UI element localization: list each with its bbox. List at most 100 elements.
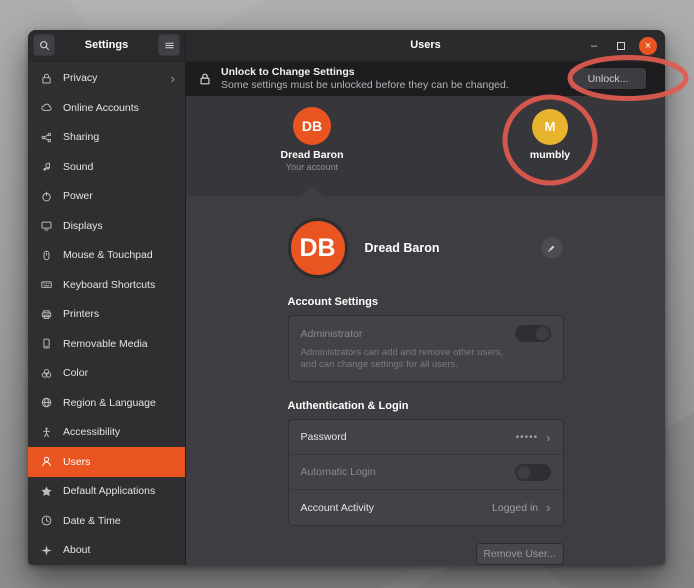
maximize-icon	[617, 42, 625, 50]
minimize-button[interactable]: –	[585, 37, 603, 55]
sidebar-item-label: Keyboard Shortcuts	[63, 279, 155, 291]
share-nodes-icon	[40, 131, 53, 144]
monitor-icon	[40, 219, 53, 232]
account-activity-value: Logged in	[492, 502, 538, 514]
sidebar-item-label: Region & Language	[63, 397, 156, 409]
user-card-dread-baron[interactable]: DB Dread Baron Your account	[267, 107, 357, 172]
power-icon	[40, 190, 53, 203]
sidebar-item-mouse-touchpad[interactable]: Mouse & Touchpad	[28, 241, 185, 271]
pencil-icon	[546, 243, 557, 254]
sidebar-item-users[interactable]: Users	[28, 447, 185, 477]
sidebar-item-label: Privacy	[63, 72, 97, 84]
auth-login-heading: Authentication & Login	[288, 400, 564, 412]
sidebar-item-label: Online Accounts	[63, 102, 139, 114]
password-dots: •••••	[516, 432, 539, 443]
sidebar-item-online-accounts[interactable]: Online Accounts	[28, 93, 185, 123]
settings-window: Settings Privacy › Online Accounts Sha	[28, 30, 665, 565]
menu-button[interactable]	[158, 34, 180, 56]
globe-icon	[40, 396, 53, 409]
keyboard-icon	[40, 278, 53, 291]
account-settings-card: Administrator Administrators can add and…	[288, 315, 564, 382]
unlock-title: Unlock to Change Settings	[221, 66, 509, 79]
page-title: Users	[410, 39, 441, 51]
content-pane: Users – × Unlock to Change Settings Some…	[185, 30, 665, 565]
desktop-wallpaper: Settings Privacy › Online Accounts Sha	[0, 0, 694, 588]
search-button[interactable]	[33, 34, 55, 56]
sidebar-item-sharing[interactable]: Sharing	[28, 123, 185, 153]
avatar: DB	[293, 107, 331, 145]
sidebar: Settings Privacy › Online Accounts Sha	[28, 30, 185, 565]
unlock-text: Unlock to Change Settings Some settings …	[221, 66, 509, 92]
administrator-label: Administrator	[301, 328, 363, 340]
sidebar-item-default-applications[interactable]: Default Applications	[28, 477, 185, 507]
person-icon	[40, 455, 53, 468]
lock-icon	[40, 72, 53, 85]
administrator-toggle[interactable]	[515, 325, 551, 342]
sidebar-list: Privacy › Online Accounts Sharing Sound	[28, 62, 185, 566]
window-controls: – ×	[585, 30, 657, 62]
sidebar-item-accessibility[interactable]: Accessibility	[28, 418, 185, 448]
administrator-description: Administrators can add and remove other …	[301, 347, 516, 371]
mouse-icon	[40, 249, 53, 262]
password-row[interactable]: Password ••••• ›	[289, 420, 563, 455]
sidebar-item-label: Default Applications	[63, 485, 155, 497]
sidebar-header: Settings	[28, 30, 185, 62]
account-settings-heading: Account Settings	[288, 296, 564, 308]
chevron-right-icon: ›	[546, 500, 550, 515]
automatic-login-toggle[interactable]	[515, 464, 551, 481]
toggle-knob	[535, 326, 550, 341]
sidebar-item-date-time[interactable]: Date & Time	[28, 506, 185, 536]
sidebar-item-displays[interactable]: Displays	[28, 211, 185, 241]
sidebar-item-label: Accessibility	[63, 426, 120, 438]
sidebar-item-keyboard-shortcuts[interactable]: Keyboard Shortcuts	[28, 270, 185, 300]
sidebar-item-label: Power	[63, 190, 93, 202]
user-name: Dread Baron	[267, 149, 357, 161]
clock-icon	[40, 514, 53, 527]
accessibility-person-icon	[40, 426, 53, 439]
user-full-name: Dread Baron	[365, 241, 440, 255]
auth-login-card: Password ••••• › Automatic Login	[288, 419, 564, 526]
sparkle-icon	[40, 544, 53, 557]
sidebar-item-label: Date & Time	[63, 515, 121, 527]
printer-icon	[40, 308, 53, 321]
administrator-row: Administrator Administrators can add and…	[289, 316, 563, 381]
close-button[interactable]: ×	[639, 37, 657, 55]
user-switcher: DB Dread Baron Your account M mumbly	[186, 96, 665, 196]
unlock-button[interactable]: Unlock...	[569, 67, 647, 90]
sidebar-item-power[interactable]: Power	[28, 182, 185, 212]
user-detail-header: DB Dread Baron	[288, 196, 564, 278]
sidebar-item-label: Sound	[63, 161, 93, 173]
user-detail-panel: DB Dread Baron Account Settings Administ…	[186, 196, 665, 565]
sidebar-item-sound[interactable]: Sound	[28, 152, 185, 182]
edit-name-button[interactable]	[540, 236, 564, 260]
sidebar-item-color[interactable]: Color	[28, 359, 185, 389]
sidebar-item-region-language[interactable]: Region & Language	[28, 388, 185, 418]
remove-user-button[interactable]: Remove User...	[476, 543, 564, 565]
search-icon	[38, 39, 51, 52]
media-device-icon	[40, 337, 53, 350]
sidebar-item-printers[interactable]: Printers	[28, 300, 185, 330]
sidebar-item-label: Displays	[63, 220, 103, 232]
sidebar-item-label: Mouse & Touchpad	[63, 249, 153, 261]
user-card-mumbly[interactable]: M mumbly	[505, 109, 595, 161]
cloud-icon	[40, 101, 53, 114]
automatic-login-row: Automatic Login	[289, 455, 563, 490]
chevron-right-icon: ›	[546, 430, 550, 445]
chevron-right-icon: ›	[171, 71, 175, 86]
sidebar-item-removable-media[interactable]: Removable Media	[28, 329, 185, 359]
sidebar-item-label: Sharing	[63, 131, 99, 143]
avatar: M	[532, 109, 568, 145]
hamburger-menu-icon	[163, 39, 176, 52]
padlock-icon	[198, 72, 212, 86]
account-activity-row[interactable]: Account Activity Logged in ›	[289, 490, 563, 525]
unlock-banner: Unlock to Change Settings Some settings …	[186, 62, 665, 96]
sidebar-item-about[interactable]: About	[28, 536, 185, 566]
unlock-subtitle: Some settings must be unlocked before th…	[221, 79, 509, 92]
color-circles-icon	[40, 367, 53, 380]
sidebar-item-label: Color	[63, 367, 88, 379]
sidebar-item-privacy[interactable]: Privacy ›	[28, 64, 185, 94]
sidebar-item-label: Printers	[63, 308, 99, 320]
maximize-button[interactable]	[612, 37, 630, 55]
avatar: DB	[288, 218, 348, 278]
automatic-login-label: Automatic Login	[301, 466, 376, 478]
